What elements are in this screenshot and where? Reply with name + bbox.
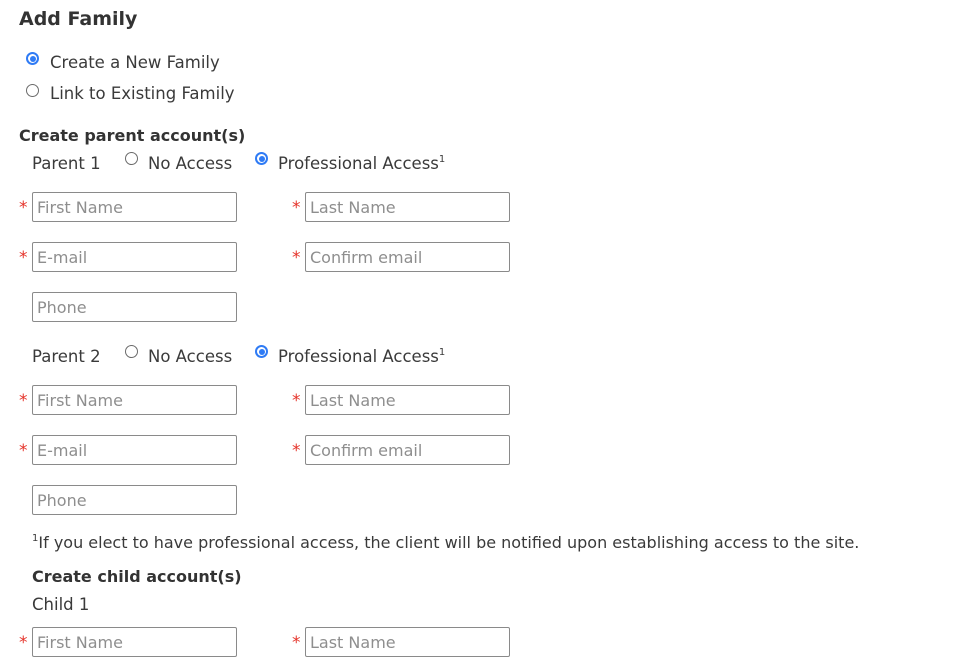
- child-1-first-name-input[interactable]: [32, 627, 237, 657]
- required-asterisk: *: [292, 391, 301, 411]
- parent-1-first-name-input[interactable]: [32, 192, 237, 222]
- parent-1-professional-access-label[interactable]: Professional Access1: [278, 153, 446, 174]
- parent-1-professional-access-radio[interactable]: [255, 152, 268, 165]
- required-asterisk: *: [292, 441, 301, 461]
- parent-1-no-access-label[interactable]: No Access: [148, 154, 232, 173]
- parent-2-professional-access-radio[interactable]: [255, 345, 268, 358]
- required-asterisk: *: [19, 248, 28, 268]
- parent-section-heading: Create parent account(s): [19, 126, 246, 145]
- footnote-marker: 1: [438, 346, 446, 358]
- parent-1-label: Parent 1: [32, 154, 101, 173]
- required-asterisk: *: [19, 198, 28, 218]
- create-new-family-label[interactable]: Create a New Family: [50, 53, 220, 72]
- required-asterisk: *: [292, 248, 301, 268]
- link-existing-family-label[interactable]: Link to Existing Family: [50, 84, 235, 103]
- parent-1-professional-access-text: Professional Access: [278, 154, 439, 173]
- parent-2-first-name-input[interactable]: [32, 385, 237, 415]
- parent-2-confirm-email-input[interactable]: [305, 435, 510, 465]
- parent-2-label: Parent 2: [32, 347, 101, 366]
- parent-2-email-input[interactable]: [32, 435, 237, 465]
- footnote-marker: 1: [438, 153, 446, 165]
- parent-2-phone-input[interactable]: [32, 485, 237, 515]
- parent-1-phone-input[interactable]: [32, 292, 237, 322]
- link-existing-family-radio[interactable]: [26, 84, 39, 97]
- create-new-family-radio[interactable]: [26, 52, 39, 65]
- child-1-label: Child 1: [32, 595, 90, 614]
- parent-2-no-access-radio[interactable]: [125, 345, 138, 358]
- parent-2-last-name-input[interactable]: [305, 385, 510, 415]
- child-section-heading: Create child account(s): [32, 567, 242, 586]
- required-asterisk: *: [292, 633, 301, 653]
- required-asterisk: *: [292, 198, 301, 218]
- child-1-last-name-input[interactable]: [305, 627, 510, 657]
- required-asterisk: *: [19, 391, 28, 411]
- parent-1-no-access-radio[interactable]: [125, 152, 138, 165]
- required-asterisk: *: [19, 633, 28, 653]
- professional-access-footnote: 1If you elect to have professional acces…: [32, 533, 859, 552]
- required-asterisk: *: [19, 441, 28, 461]
- footnote-text: If you elect to have professional access…: [38, 533, 860, 552]
- parent-1-confirm-email-input[interactable]: [305, 242, 510, 272]
- parent-1-last-name-input[interactable]: [305, 192, 510, 222]
- parent-1-email-input[interactable]: [32, 242, 237, 272]
- parent-2-no-access-label[interactable]: No Access: [148, 347, 232, 366]
- parent-2-professional-access-text: Professional Access: [278, 347, 439, 366]
- page-title: Add Family: [19, 8, 138, 30]
- footnote-marker: 1: [32, 532, 39, 544]
- parent-2-professional-access-label[interactable]: Professional Access1: [278, 346, 446, 367]
